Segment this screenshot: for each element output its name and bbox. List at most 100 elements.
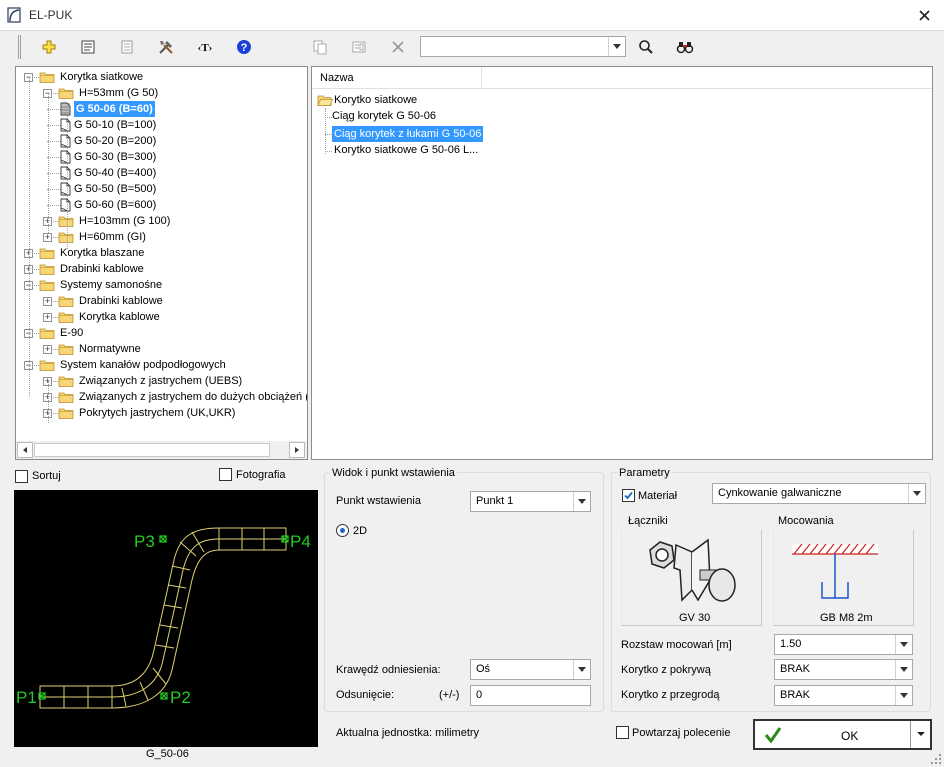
- edit-button[interactable]: [348, 36, 370, 58]
- folder-icon: [58, 375, 74, 387]
- list-item[interactable]: Korytko siatkowe G 50-06 L...: [334, 144, 478, 156]
- tree-item[interactable]: G 50-20 (B=200): [16, 133, 307, 149]
- resize-grip-icon[interactable]: [930, 753, 942, 765]
- tree-item[interactable]: + Normatywne: [16, 341, 307, 357]
- expand-icon[interactable]: +: [43, 313, 52, 322]
- document-icon: [60, 182, 71, 196]
- sort-checkbox[interactable]: [15, 470, 28, 483]
- tree-item[interactable]: G 50-50 (B=500): [16, 181, 307, 197]
- text-button[interactable]: ‹T›: [194, 36, 216, 58]
- divider-select[interactable]: BRAK: [774, 685, 913, 706]
- add-button[interactable]: [38, 36, 60, 58]
- insert-point-value: Punkt 1: [476, 495, 514, 507]
- category-tree[interactable]: − Korytka siatkowe − H=53mm (G 50) G 50-06 (…: [15, 66, 308, 460]
- edge-label: Krawędź odniesienia:: [336, 664, 441, 676]
- tree-item[interactable]: + Drabinki kablowe: [16, 261, 307, 277]
- expand-icon[interactable]: +: [43, 297, 52, 306]
- tree-item[interactable]: + Korytka blaszane: [16, 245, 307, 261]
- delete-button[interactable]: [387, 36, 409, 58]
- copy-button[interactable]: [309, 36, 331, 58]
- divider-label: Korytko z przegrodą: [621, 689, 720, 701]
- unit-text: Aktualna jednostka: milimetry: [336, 727, 480, 739]
- chevron-down-icon: [917, 732, 925, 736]
- connector-image[interactable]: GV 30: [621, 530, 762, 626]
- column-header-name[interactable]: Nazwa: [312, 67, 482, 89]
- chevron-down-icon[interactable]: [895, 686, 912, 705]
- ok-label: OK: [841, 729, 859, 743]
- tree-item[interactable]: + Związanych z jastrychem do dużych obcią…: [16, 389, 307, 405]
- help-button[interactable]: ?: [233, 36, 255, 58]
- spacing-label: Rozstaw mocowań [m]: [621, 639, 732, 651]
- tree-item-label: Związanych z jastrychem do dużych obciąż…: [79, 391, 308, 403]
- tree-item[interactable]: G 50-30 (B=300): [16, 149, 307, 165]
- list-item[interactable]: Ciąg korytek G 50-06: [332, 110, 436, 122]
- mounting-label: Mocowania: [778, 515, 834, 527]
- chevron-down-icon[interactable]: [573, 660, 590, 679]
- scroll-left-button[interactable]: [17, 442, 33, 458]
- tree-item[interactable]: − H=53mm (G 50): [16, 85, 307, 101]
- document-button[interactable]: [116, 36, 138, 58]
- chevron-down-icon[interactable]: [573, 492, 590, 511]
- help-icon: ?: [237, 40, 251, 54]
- photo-checkbox[interactable]: [219, 468, 232, 481]
- tree-item[interactable]: + Drabinki kablowe: [16, 293, 307, 309]
- offset-input[interactable]: 0: [470, 685, 591, 706]
- tree-item[interactable]: + Pokrytych jastrychem (UK,UKR): [16, 405, 307, 421]
- ok-button[interactable]: OK: [753, 719, 932, 750]
- element-list[interactable]: Nazwa Korytko siatkowe Ciąg korytek G 50…: [311, 66, 933, 460]
- tree-item-label: System kanałów podpodłogowych: [60, 359, 226, 371]
- properties-button[interactable]: [77, 36, 99, 58]
- material-select[interactable]: Cynkowanie galwaniczne: [712, 483, 926, 504]
- close-icon[interactable]: [919, 10, 930, 21]
- tree-item[interactable]: + H=103mm (G 100): [16, 213, 307, 229]
- search-button[interactable]: [635, 36, 657, 58]
- tree-item[interactable]: − Systemy samonośne: [16, 277, 307, 293]
- tree-item[interactable]: G 50-10 (B=100): [16, 117, 307, 133]
- mode-2d-radio[interactable]: [336, 524, 349, 537]
- tree-item[interactable]: − E-90: [16, 325, 307, 341]
- ok-dropdown[interactable]: [910, 721, 930, 748]
- mounting-image[interactable]: GB M8 2m: [773, 530, 914, 626]
- scroll-thumb[interactable]: [34, 443, 270, 457]
- chevron-down-icon[interactable]: [908, 484, 925, 503]
- repeat-checkbox[interactable]: [616, 726, 629, 739]
- offset-label: Odsunięcie:: [336, 689, 395, 701]
- expand-icon[interactable]: +: [43, 233, 52, 242]
- expand-icon[interactable]: +: [43, 345, 52, 354]
- tree-item[interactable]: − System kanałów podpodłogowych: [16, 357, 307, 373]
- cover-select[interactable]: BRAK: [774, 659, 913, 680]
- photo-label: Fotografia: [236, 469, 286, 481]
- tree-item[interactable]: + Związanych z jastrychem (UEBS): [16, 373, 307, 389]
- list-item-label: Korytko siatkowe: [334, 94, 418, 106]
- find-button[interactable]: [674, 36, 696, 58]
- chevron-down-icon[interactable]: [608, 37, 625, 56]
- tree-item-label-selected: G 50-06 (B=60): [74, 101, 155, 117]
- offset-sign: (+/-): [439, 689, 460, 701]
- chevron-down-icon[interactable]: [895, 660, 912, 679]
- chevron-down-icon[interactable]: [895, 635, 912, 654]
- tools-button[interactable]: [155, 36, 177, 58]
- tree-item-label: Korytka kablowe: [79, 311, 160, 323]
- horizontal-scrollbar[interactable]: [16, 441, 307, 459]
- tree-item[interactable]: G 50-60 (B=600): [16, 197, 307, 213]
- material-checkbox[interactable]: [622, 489, 635, 502]
- tree-item-label: E-90: [60, 327, 84, 339]
- folder-icon: [58, 391, 74, 403]
- tree-item[interactable]: G 50-06 (B=60): [16, 101, 307, 117]
- document-icon: [60, 198, 71, 212]
- folder-icon: [58, 231, 74, 243]
- cover-label: Korytko z pokrywą: [621, 664, 711, 676]
- tree-item[interactable]: G 50-40 (B=400): [16, 165, 307, 181]
- tree-item[interactable]: + H=60mm (GI): [16, 229, 307, 245]
- folder-icon: [39, 359, 55, 371]
- insert-point-select[interactable]: Punkt 1: [470, 491, 591, 512]
- scroll-right-button[interactable]: [289, 442, 305, 458]
- list-item-selected[interactable]: Ciąg korytek z łukami G 50-06: [332, 126, 484, 142]
- tree-item[interactable]: + Korytka kablowe: [16, 309, 307, 325]
- spacing-select[interactable]: 1.50: [774, 634, 913, 655]
- folder-icon: [39, 263, 55, 275]
- checkmark-icon: [624, 491, 633, 500]
- search-input[interactable]: [420, 36, 626, 57]
- edge-select[interactable]: Oś: [470, 659, 591, 680]
- tree-item[interactable]: − Korytka siatkowe: [16, 69, 307, 85]
